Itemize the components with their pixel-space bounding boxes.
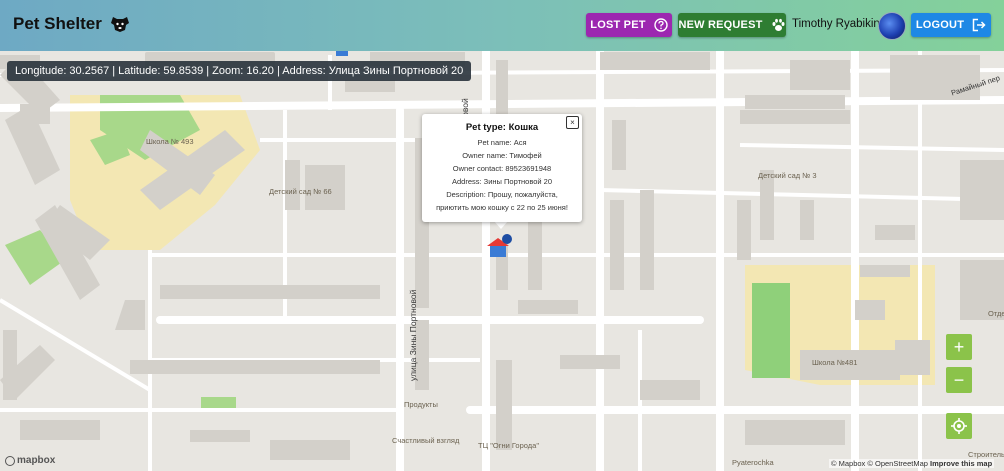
attribution-osm[interactable]: © OpenStreetMap [867, 459, 928, 468]
geolocate-button[interactable] [946, 413, 972, 439]
lost-pet-label: LOST PET [590, 19, 646, 31]
map-attribution: © Mapbox © OpenStreetMap Improve this ma… [829, 459, 995, 468]
new-request-button[interactable]: NEW REQUEST [678, 13, 786, 37]
map-label-kindergarten-3: Детский сад № 3 [758, 171, 817, 180]
map-label-school-481: Школа №481 [812, 358, 858, 367]
geolocate-icon [951, 418, 967, 434]
map-label-stroiteli: Строитель [968, 450, 1004, 459]
brand[interactable]: Pet Shelter [13, 14, 130, 34]
user-name: Timothy Ryabikin [792, 18, 880, 30]
lost-pet-button[interactable]: LOST PET [586, 13, 672, 37]
attribution-improve[interactable]: Improve this map [930, 459, 992, 468]
logout-button[interactable]: LOGOUT [911, 13, 991, 37]
attribution-mapbox[interactable]: © Mapbox [831, 459, 865, 468]
map-label-kindergarten-66: Детский сад № 66 [269, 187, 332, 196]
map-label-pyaterochka: Pyaterochka [732, 458, 774, 467]
new-request-label: NEW REQUEST [678, 19, 763, 31]
dog-face-icon [110, 17, 129, 32]
popup-close-button[interactable]: × [566, 116, 579, 129]
popup-owner-contact: Owner contact: 89523691948 [452, 164, 552, 173]
pet-popup: × Pet type: Кошка Pet name: Ася Owner na… [422, 114, 582, 222]
coordinates-readout: Longitude: 30.2567 | Latitude: 59.8539 |… [7, 61, 472, 81]
map-label-happy-look: Счастливый взгляд [392, 436, 460, 445]
logout-icon [972, 18, 986, 32]
popup-description-1: Description: Прошу, пожалуйста, [446, 190, 558, 199]
zoom-out-button[interactable]: − [946, 367, 972, 393]
paw-icon [772, 18, 785, 31]
map-label-school-493: Школа № 493 [146, 137, 194, 146]
popup-address: Address: Зины Портновой 20 [451, 177, 553, 186]
map-label-tc-ogni: ТЦ "Огни Города" [478, 441, 539, 450]
zoom-in-button[interactable]: + [946, 334, 972, 360]
map-street-zina-portnovoy: улица Зины Портновой [408, 289, 418, 381]
mapbox-logo-icon [5, 455, 15, 466]
brand-title: Pet Shelter [13, 14, 102, 33]
popup-description-2: приютить мою кошку с 22 по 25 июня! [436, 203, 568, 212]
popup-owner-name: Owner name: Тимофей [462, 151, 542, 160]
help-circle-icon [653, 18, 668, 32]
map[interactable]: Школа № 493 Детский сад № 66 Детский сад… [0, 51, 1004, 471]
top-navbar: Pet Shelter LOST PET NEW REQUEST Timothy… [0, 0, 1004, 51]
mapbox-logo-text: mapbox [17, 455, 56, 466]
map-label-otdel: Отде [988, 309, 1004, 318]
popup-tip [494, 221, 508, 229]
map-label-produkty: Продукты [404, 400, 438, 409]
mapbox-logo[interactable]: mapbox [5, 455, 55, 466]
logout-label: LOGOUT [915, 19, 965, 31]
popup-title: Pet type: Кошка [465, 122, 539, 133]
popup-pet-name: Pet name: Ася [477, 138, 527, 147]
avatar[interactable] [878, 12, 906, 40]
